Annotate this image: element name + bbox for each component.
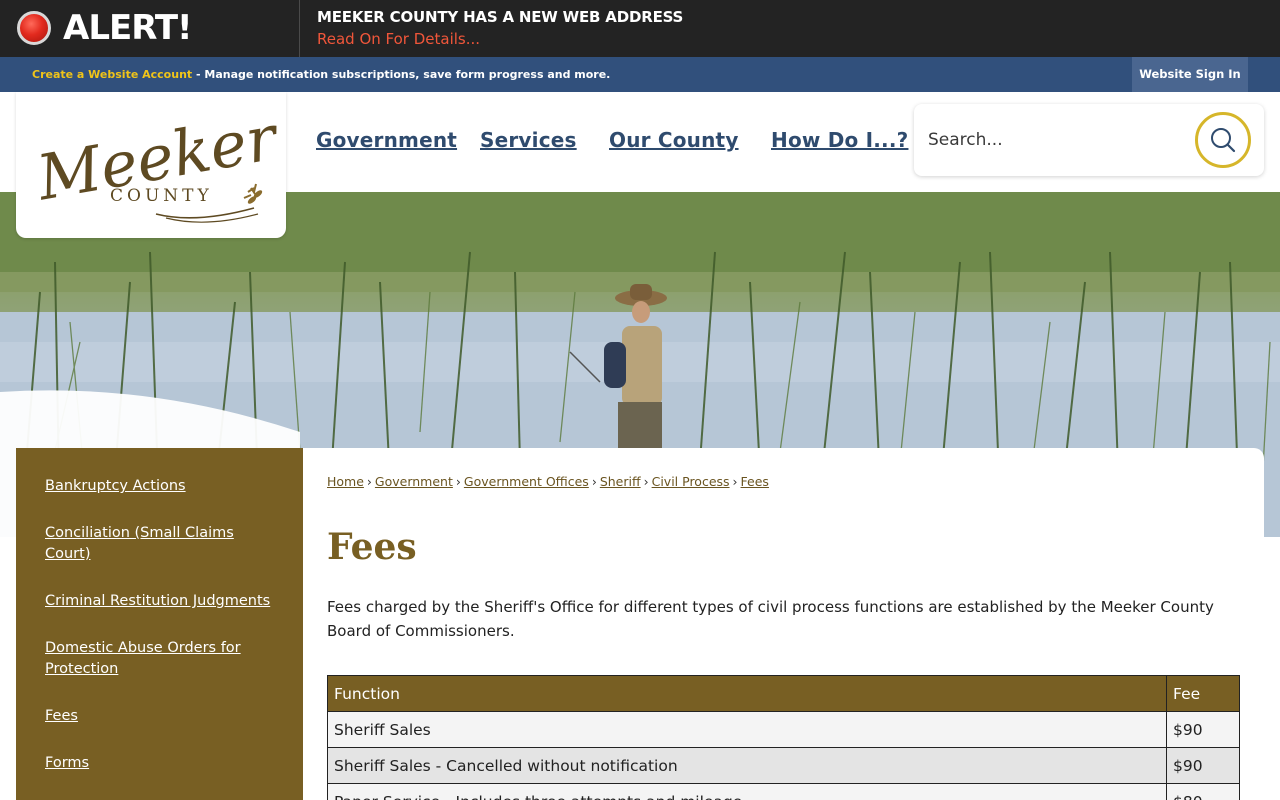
- alert-bar: ALERT! MEEKER COUNTY HAS A NEW WEB ADDRE…: [0, 0, 1280, 57]
- table-cell-function: Sheriff Sales: [327, 711, 1167, 748]
- breadcrumb-government-offices[interactable]: Government Offices: [464, 474, 589, 489]
- table-cell-fee: $90: [1166, 747, 1240, 784]
- table-header-fee: Fee: [1166, 675, 1240, 712]
- page-intro: Fees charged by the Sheriff's Office for…: [327, 598, 1214, 640]
- breadcrumb-sheriff[interactable]: Sheriff: [600, 474, 641, 489]
- table-row: Sheriff Sales $90: [327, 711, 1240, 748]
- sidebar-item-bankruptcy-actions[interactable]: Bankruptcy Actions: [16, 476, 303, 497]
- meeker-county-logo-icon: Meeker COUNTY: [31, 100, 285, 223]
- breadcrumb: Home › Government › Government Offices › Sheri…: [327, 474, 769, 489]
- breadcrumb-civil-process[interactable]: Civil Process: [652, 474, 730, 489]
- nav-services[interactable]: Services: [480, 128, 577, 152]
- logo-county-text: COUNTY: [110, 186, 213, 206]
- sidebar-item-conciliation[interactable]: Conciliation (Small Claims Court): [16, 523, 303, 565]
- create-account-link[interactable]: Create a Website Account: [32, 68, 192, 81]
- breadcrumb-separator: ›: [732, 474, 738, 489]
- nav-government[interactable]: Government: [316, 128, 457, 152]
- table-header-row: Function Fee: [327, 675, 1240, 712]
- sidebar-item-forms[interactable]: Forms: [16, 753, 303, 774]
- site-logo[interactable]: Meeker COUNTY: [16, 92, 286, 238]
- search-icon: [1211, 128, 1236, 153]
- breadcrumb-home[interactable]: Home: [327, 474, 364, 489]
- account-description: - Manage notification subscriptions, sav…: [192, 68, 611, 81]
- page-title: Fees: [327, 526, 417, 568]
- alert-title: MEEKER COUNTY HAS A NEW WEB ADDRESS: [317, 8, 684, 26]
- table-row: Sheriff Sales - Cancelled without notifi…: [327, 747, 1240, 784]
- breadcrumb-separator: ›: [591, 474, 597, 489]
- sidebar-item-domestic-abuse[interactable]: Domestic Abuse Orders for Protection: [16, 638, 303, 680]
- table-cell-fee: $80: [1166, 783, 1240, 800]
- alert-label-area: ALERT!: [0, 0, 300, 57]
- alert-read-more-link[interactable]: Read On For Details...: [317, 30, 480, 48]
- search-box: [914, 104, 1264, 176]
- alert-label: ALERT!: [63, 8, 193, 48]
- alert-icon: [17, 11, 51, 45]
- nav-how-do-i[interactable]: How Do I...?: [771, 128, 908, 152]
- sign-in-button[interactable]: Website Sign In: [1132, 57, 1248, 92]
- fees-table: Function Fee Sheriff Sales $90 Sheriff S…: [327, 675, 1240, 800]
- table-cell-function: Paper Service - Includes three attempts …: [327, 783, 1167, 800]
- breadcrumb-fees[interactable]: Fees: [741, 474, 769, 489]
- search-input[interactable]: [928, 126, 1188, 154]
- account-message: Create a Website Account - Manage notifi…: [32, 68, 610, 81]
- main-content: Home › Government › Government Offices › Sheri…: [303, 448, 1264, 800]
- sidebar-nav: Bankruptcy Actions Conciliation (Small C…: [16, 448, 303, 800]
- search-button[interactable]: [1195, 112, 1251, 168]
- table-header-function: Function: [327, 675, 1167, 712]
- breadcrumb-separator: ›: [643, 474, 649, 489]
- sidebar-item-fees[interactable]: Fees: [16, 706, 303, 727]
- table-cell-function: Sheriff Sales - Cancelled without notifi…: [327, 747, 1167, 784]
- sidebar-item-criminal-restitution[interactable]: Criminal Restitution Judgments: [16, 591, 303, 612]
- table-cell-fee: $90: [1166, 711, 1240, 748]
- breadcrumb-separator: ›: [455, 474, 461, 489]
- breadcrumb-government[interactable]: Government: [375, 474, 453, 489]
- table-row: Paper Service - Includes three attempts …: [327, 783, 1240, 800]
- nav-our-county[interactable]: Our County: [609, 128, 739, 152]
- breadcrumb-separator: ›: [366, 474, 372, 489]
- account-bar: Create a Website Account - Manage notifi…: [0, 57, 1280, 92]
